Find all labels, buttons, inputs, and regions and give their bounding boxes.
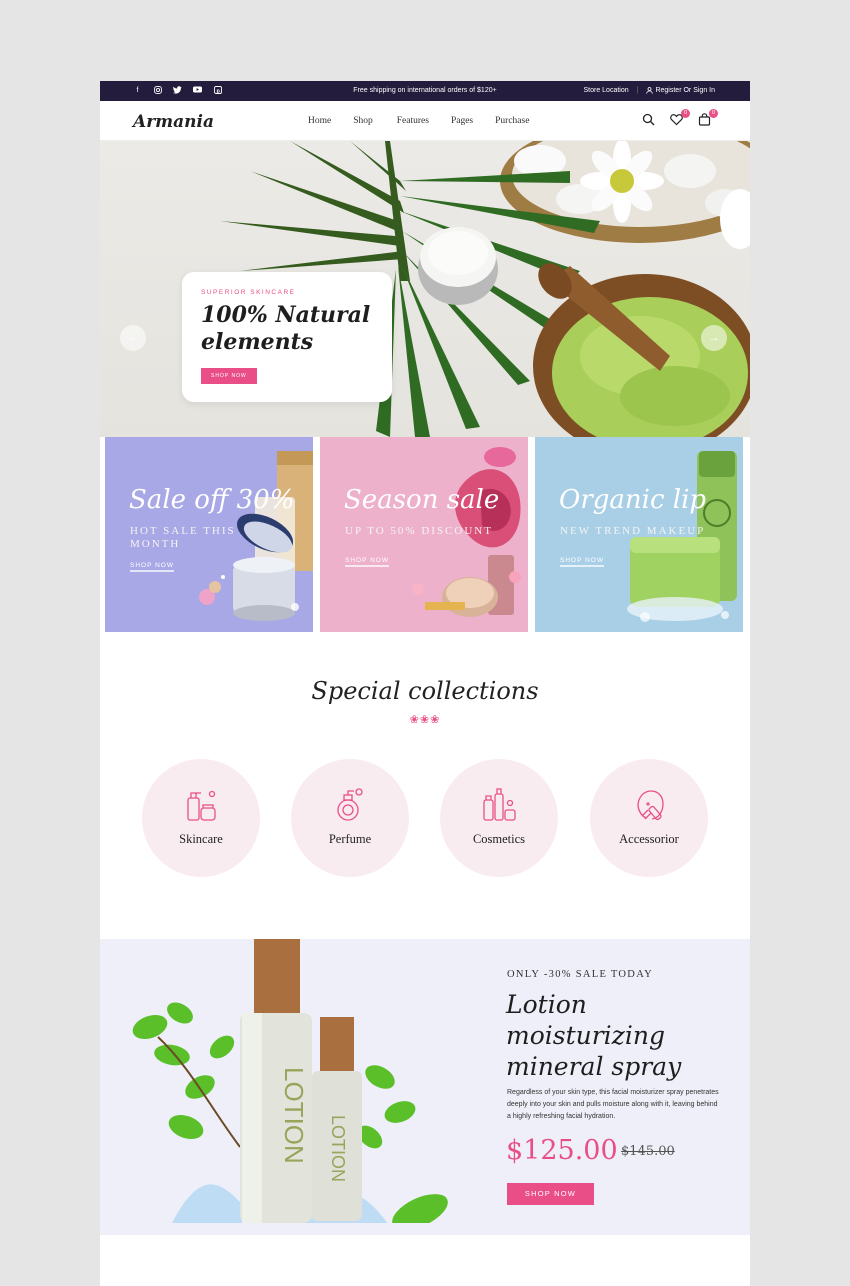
category-cosmetics[interactable]: Cosmetics: [440, 759, 558, 877]
hero-title-line2: elements: [201, 329, 314, 355]
site-header: Armania Home Shop Features Pages Purchas…: [100, 101, 750, 141]
banner-subtitle-line2: MONTH: [130, 538, 181, 550]
banner-shop-now-button[interactable]: SHOP NOW: [560, 557, 604, 567]
banner-title: Sale off 30%: [129, 485, 295, 515]
nav-pages[interactable]: Pages: [451, 116, 473, 126]
main-nav: Home Shop Features Pages Purchase: [308, 116, 551, 126]
product-price: $125.00: [506, 1135, 618, 1166]
nav-home[interactable]: Home: [308, 116, 331, 126]
category-label: Perfume: [328, 832, 372, 846]
bottle-label: LOTION: [279, 1067, 309, 1164]
hero-slider: ← → SUPERIOR SKINCARE 100% Natural eleme…: [100, 141, 750, 437]
category-accessorior[interactable]: Accessorior: [590, 759, 708, 877]
banner-title: Organic lip: [559, 485, 707, 515]
hero-title: 100% Natural elements: [201, 302, 373, 356]
category-label: Skincare: [179, 832, 223, 846]
flowers-divider-icon: ❀❀❀: [409, 714, 441, 726]
nav-features[interactable]: Features: [397, 116, 429, 126]
logo[interactable]: Armania: [133, 112, 214, 132]
page: f p Free shipping on international order…: [100, 81, 750, 1286]
product-title: Lotion moisturizing mineral spray: [506, 989, 681, 1082]
banner-season-sale[interactable]: Season sale UP TO 50% DISCOUNT SHOP NOW: [320, 437, 528, 632]
section-title: Special collections: [311, 677, 539, 705]
featured-product: LOTION LOTION ONLY -30% SALE TODAY Lotio…: [100, 939, 750, 1235]
store-location-link[interactable]: Store Location: [583, 87, 628, 94]
account-link[interactable]: Register Or Sign In: [646, 87, 715, 94]
promo-kicker: ONLY -30% SALE TODAY: [507, 969, 653, 980]
banner-shop-now-button[interactable]: SHOP NOW: [345, 557, 389, 567]
banner-subtitle-line1: UP TO 50% DISCOUNT: [345, 525, 493, 537]
product-title-line1: Lotion: [506, 990, 587, 1019]
banner-subtitle: HOT SALE THIS MONTH: [130, 525, 236, 551]
banner-organic-lip[interactable]: Organic lip NEW TREND MAKEUP SHOP NOW: [535, 437, 743, 632]
category-label: Accessorior: [619, 832, 679, 846]
banner-subtitle: UP TO 50% DISCOUNT: [345, 525, 493, 538]
product-title-line2: moisturizing: [506, 1021, 665, 1050]
hero-title-line1: 100% Natural: [201, 302, 371, 328]
lotion-bottles-image: LOTION LOTION: [132, 939, 448, 1223]
banner-title: Season sale: [344, 485, 500, 515]
hero-prev-arrow[interactable]: ←: [120, 325, 146, 351]
face-care-icon: [637, 790, 664, 821]
bottle-label-small: LOTION: [328, 1115, 348, 1182]
nav-shop[interactable]: Shop: [353, 116, 373, 126]
account-label: Register Or Sign In: [655, 87, 715, 94]
hero-caption-card: SUPERIOR SKINCARE 100% Natural elements …: [182, 272, 392, 402]
banner-subtitle: NEW TREND MAKEUP: [560, 525, 705, 538]
cart-button[interactable]: 0: [698, 109, 718, 127]
wishlist-count-badge: 0: [681, 109, 690, 118]
product-old-price: $145.00: [621, 1144, 675, 1159]
banner-subtitle-line1: HOT SALE THIS: [130, 525, 236, 537]
product-shop-now-button[interactable]: SHOP NOW: [507, 1183, 594, 1205]
category-skincare[interactable]: Skincare: [142, 759, 260, 877]
hero-next-arrow[interactable]: →: [701, 325, 727, 351]
top-bar: f p Free shipping on international order…: [100, 81, 750, 101]
product-description: Regardless of your skin type, this facia…: [507, 1089, 719, 1120]
skincare-icon: [187, 790, 216, 821]
banner-shop-now-button[interactable]: SHOP NOW: [130, 562, 174, 572]
search-icon[interactable]: [642, 113, 656, 127]
separator: |: [636, 87, 639, 94]
promo-banners: Sale off 30% HOT SALE THIS MONTH SHOP NO…: [105, 437, 745, 632]
nav-purchase[interactable]: Purchase: [495, 116, 529, 126]
banner-sale-off[interactable]: Sale off 30% HOT SALE THIS MONTH SHOP NO…: [105, 437, 313, 632]
banner-subtitle-line1: NEW TREND MAKEUP: [560, 525, 706, 537]
product-title-line3: mineral spray: [506, 1052, 682, 1081]
perfume-icon: [337, 788, 363, 821]
hero-shop-now-button[interactable]: SHOP NOW: [201, 368, 257, 384]
category-label: Cosmetics: [472, 832, 526, 846]
top-bar-links: Store Location | Register Or Sign In: [583, 87, 715, 94]
wishlist-button[interactable]: 0: [670, 109, 690, 127]
hero-kicker: SUPERIOR SKINCARE: [201, 289, 296, 296]
header-actions: 0 0: [642, 109, 718, 127]
cosmetics-icon: [483, 788, 516, 821]
collection-categories: Skincare Perfume Cosmetics Accessorior: [142, 759, 708, 877]
cart-count-badge: 0: [709, 109, 718, 118]
user-icon: [646, 87, 654, 94]
category-perfume[interactable]: Perfume: [291, 759, 409, 877]
